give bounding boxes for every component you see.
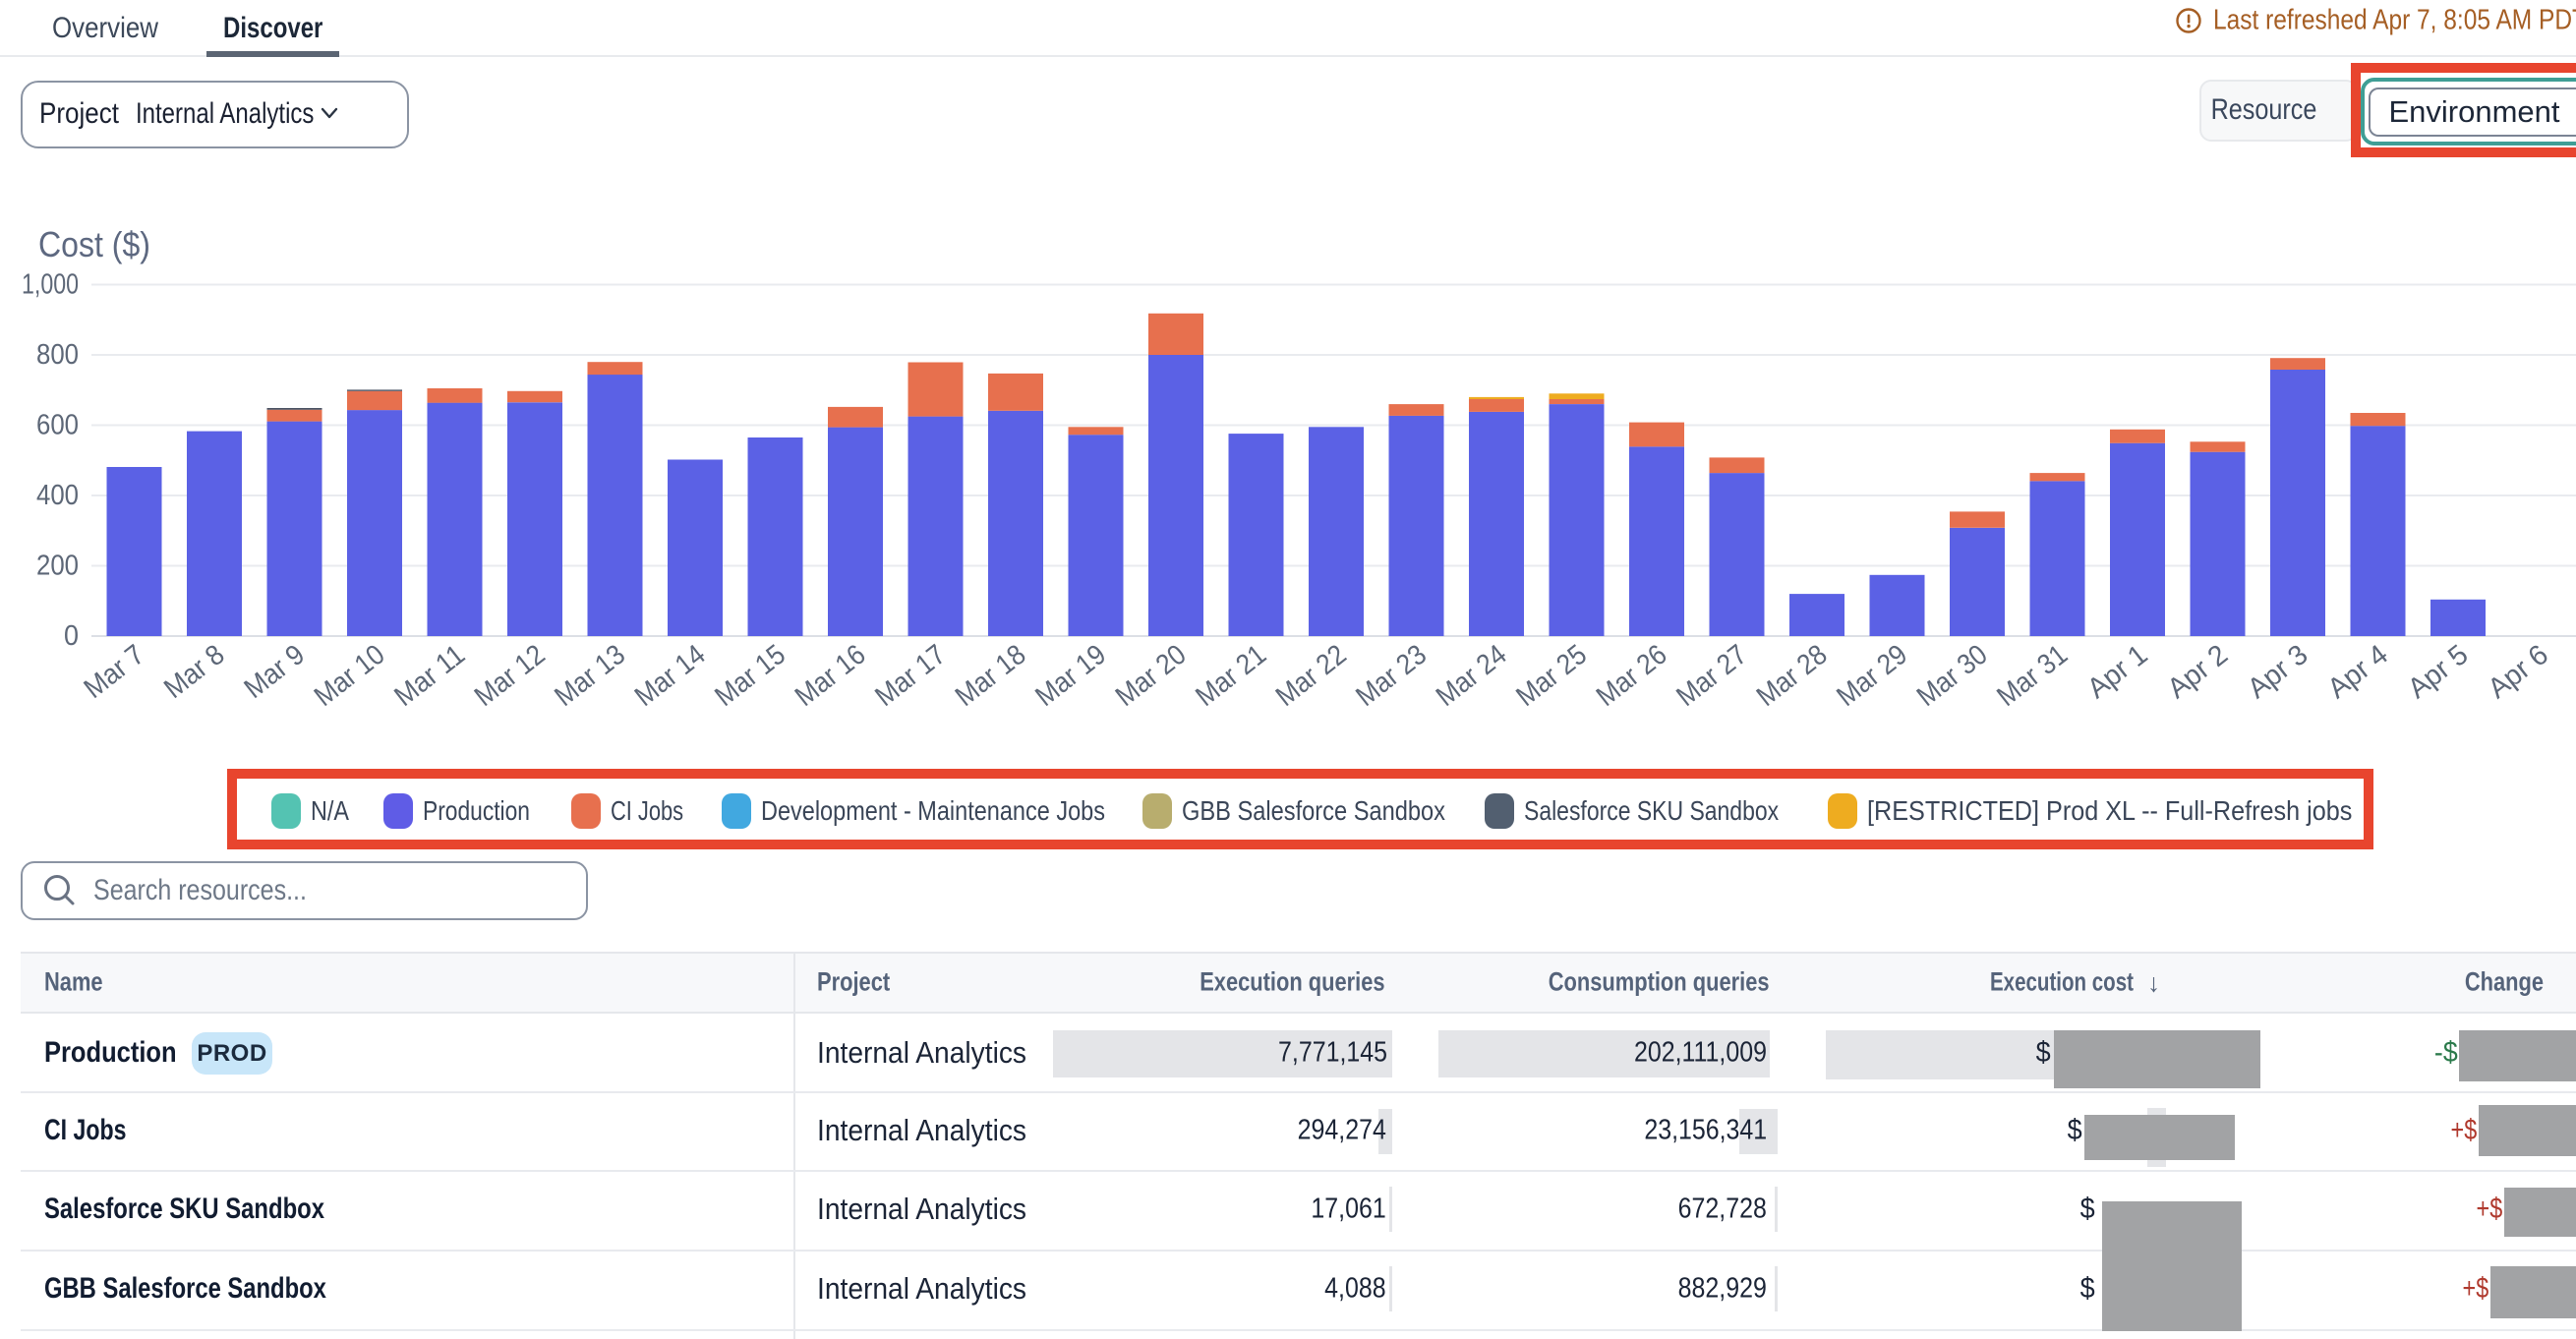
- svg-text:Apr 2: Apr 2: [2162, 639, 2234, 705]
- svg-text:Mar 11: Mar 11: [388, 639, 471, 713]
- svg-text:Mar 19: Mar 19: [1029, 639, 1112, 713]
- svg-text:0: 0: [64, 620, 79, 652]
- svg-text:Mar 7: Mar 7: [79, 639, 150, 705]
- svg-text:Mar 20: Mar 20: [1110, 639, 1193, 713]
- svg-text:Mar 25: Mar 25: [1510, 639, 1593, 713]
- svg-text:Mar 21: Mar 21: [1190, 639, 1272, 713]
- svg-text:1,000: 1,000: [22, 269, 79, 301]
- svg-text:400: 400: [36, 480, 79, 511]
- svg-text:Mar 29: Mar 29: [1831, 639, 1913, 713]
- svg-text:Apr 1: Apr 1: [2081, 639, 2153, 705]
- svg-text:800: 800: [36, 339, 79, 371]
- svg-text:Mar 12: Mar 12: [469, 639, 552, 713]
- svg-text:Mar 10: Mar 10: [309, 639, 391, 713]
- svg-text:Mar 27: Mar 27: [1670, 639, 1753, 713]
- svg-text:Mar 9: Mar 9: [239, 639, 311, 705]
- svg-text:Mar 17: Mar 17: [869, 639, 952, 713]
- svg-text:Mar 24: Mar 24: [1431, 639, 1513, 713]
- svg-text:Mar 26: Mar 26: [1591, 639, 1673, 713]
- svg-text:Mar 31: Mar 31: [1991, 639, 2074, 713]
- svg-text:Mar 30: Mar 30: [1911, 639, 1994, 713]
- svg-text:600: 600: [36, 410, 79, 441]
- svg-text:Mar 28: Mar 28: [1751, 639, 1834, 713]
- svg-text:Mar 23: Mar 23: [1350, 639, 1433, 713]
- svg-text:Mar 14: Mar 14: [629, 639, 712, 713]
- svg-text:Apr 6: Apr 6: [2483, 639, 2554, 705]
- svg-text:Apr 3: Apr 3: [2242, 639, 2313, 705]
- svg-text:200: 200: [36, 551, 79, 582]
- svg-text:Mar 18: Mar 18: [950, 639, 1032, 713]
- svg-text:Mar 15: Mar 15: [709, 639, 791, 713]
- svg-text:Apr 5: Apr 5: [2402, 639, 2474, 705]
- svg-text:Mar 22: Mar 22: [1270, 639, 1353, 713]
- svg-text:Apr 4: Apr 4: [2322, 639, 2394, 705]
- svg-text:Mar 16: Mar 16: [790, 639, 872, 713]
- svg-text:Mar 8: Mar 8: [158, 639, 230, 705]
- svg-text:Mar 13: Mar 13: [549, 639, 631, 713]
